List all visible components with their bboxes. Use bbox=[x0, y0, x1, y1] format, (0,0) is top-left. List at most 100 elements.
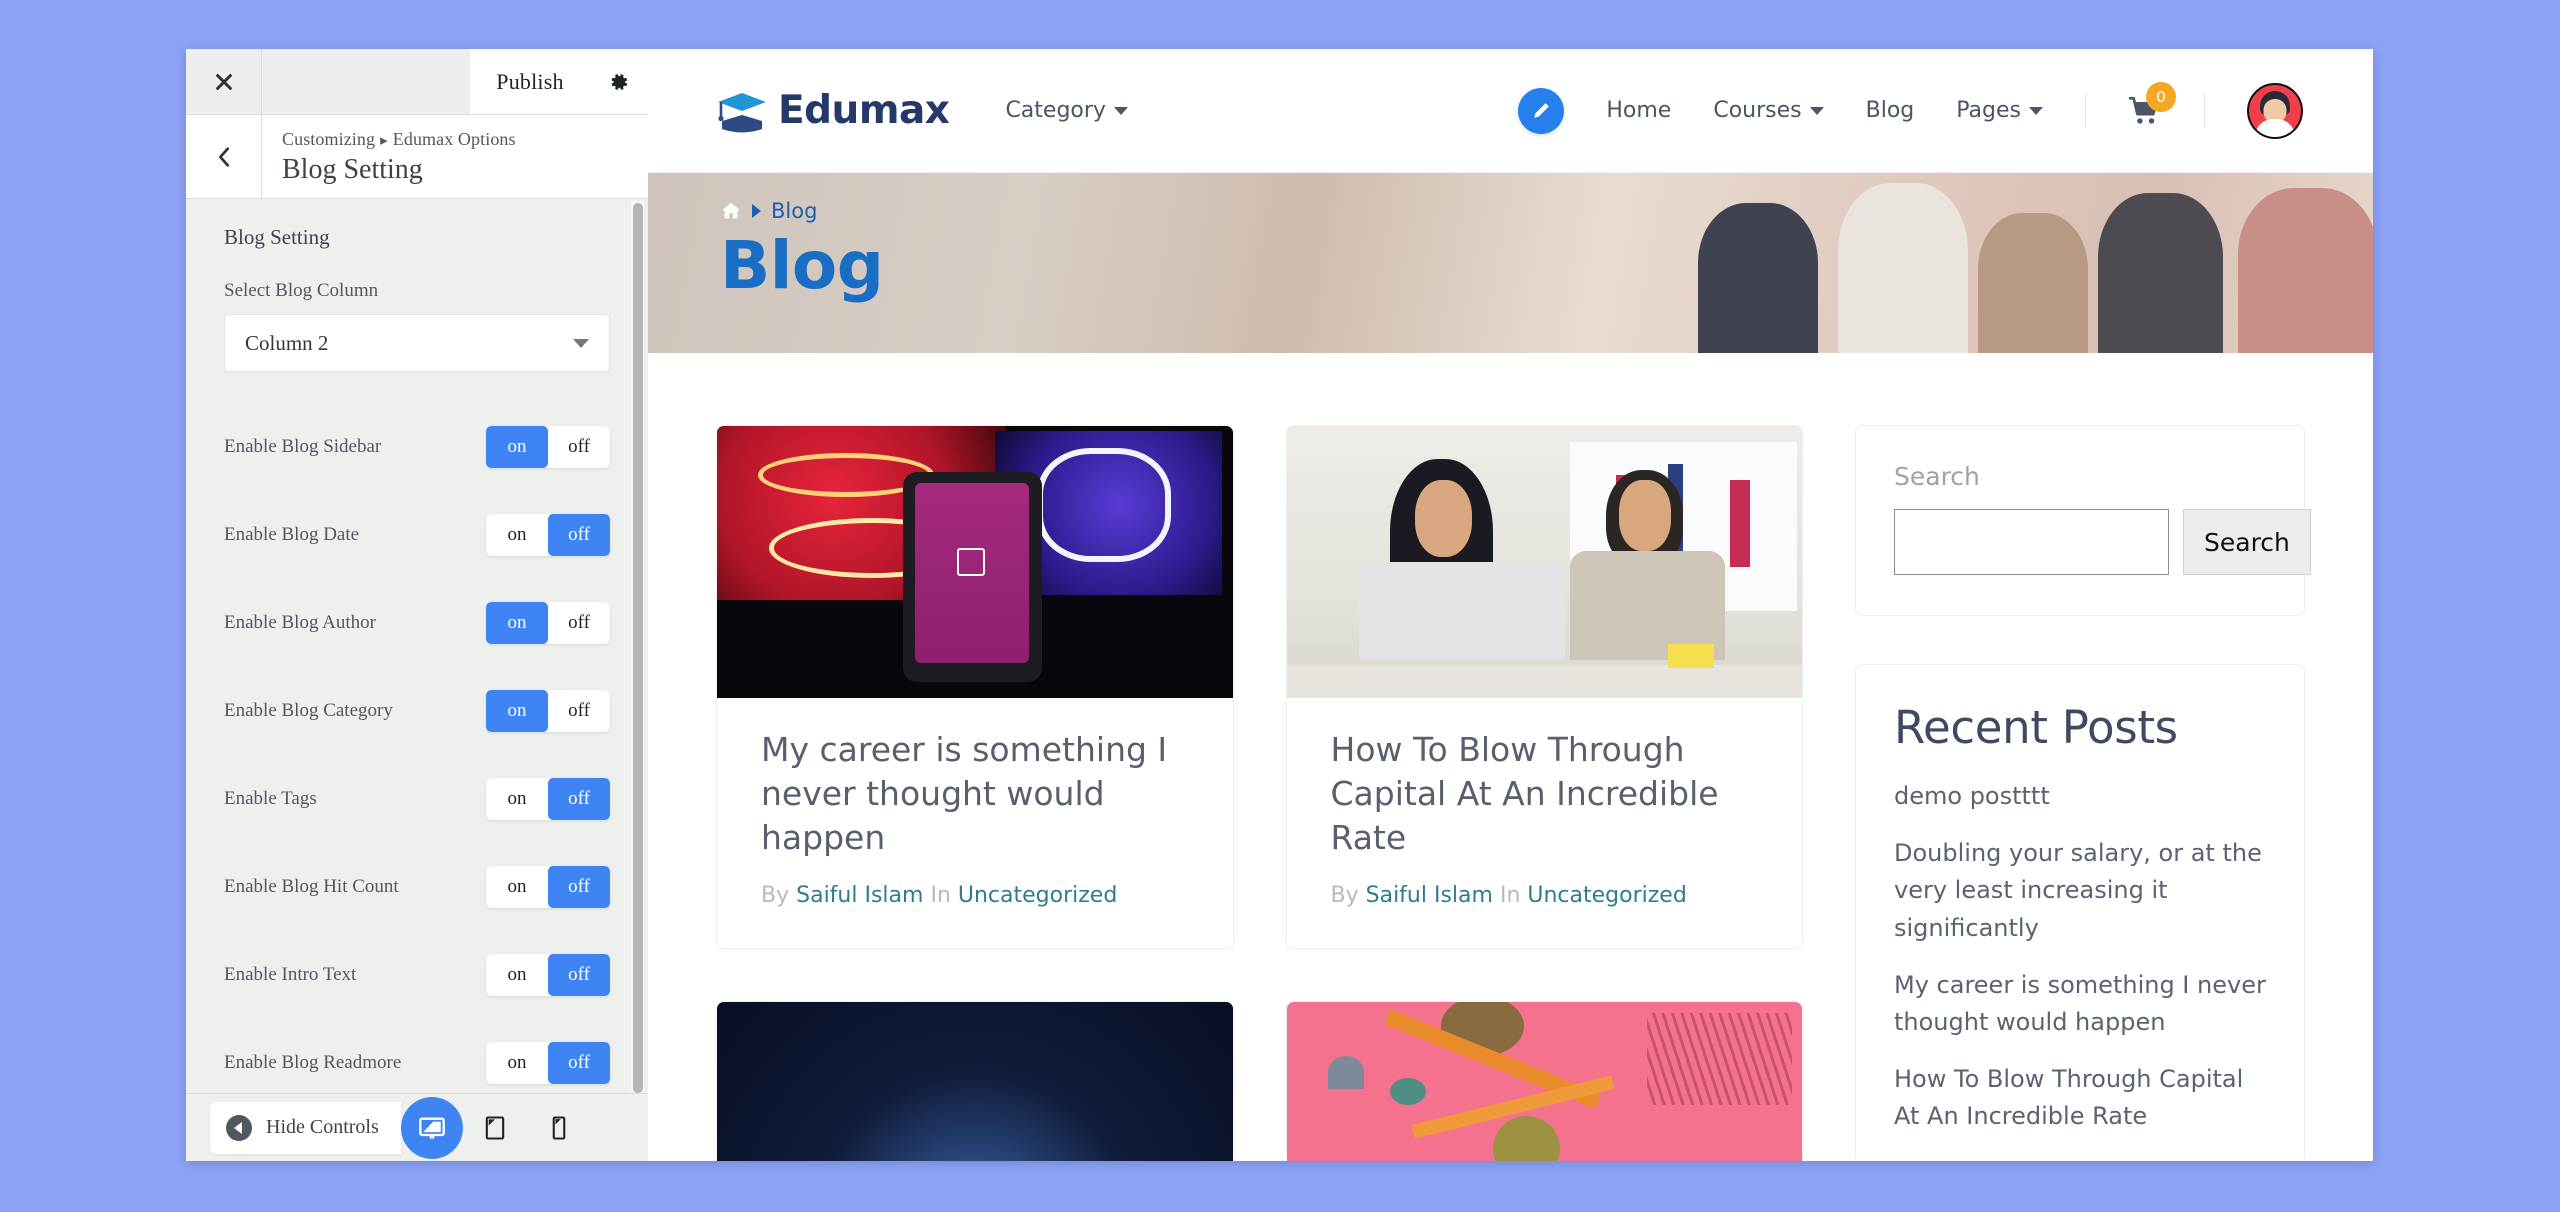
tablet-view-icon[interactable] bbox=[463, 1096, 527, 1160]
toggle-label: Enable Blog Category bbox=[224, 700, 393, 721]
breadcrumb: Customizing ▸ Edumax Options bbox=[282, 129, 648, 150]
posts-column: My career is something I never thought w… bbox=[716, 425, 1803, 1161]
home-icon[interactable] bbox=[720, 200, 742, 222]
post-thumbnail[interactable] bbox=[1286, 426, 1802, 698]
brand-name: Edumax bbox=[778, 88, 950, 133]
thumb-person-face-right bbox=[1618, 480, 1671, 552]
breadcrumb-section[interactable]: Edumax Options bbox=[393, 129, 516, 149]
recent-post-item[interactable]: My career is something I never thought w… bbox=[1894, 967, 2266, 1041]
toggle-label: Enable Blog Author bbox=[224, 612, 376, 633]
toggle-switch[interactable]: on off bbox=[486, 866, 610, 908]
publish-button[interactable]: Publish bbox=[470, 49, 590, 114]
toggle-option-on[interactable]: on bbox=[486, 866, 548, 908]
hero-breadcrumb-current[interactable]: Blog bbox=[771, 199, 817, 223]
search-widget-label: Search bbox=[1894, 462, 1980, 491]
post-body: My career is something I never thought w… bbox=[717, 698, 1233, 948]
thumb-neon-swirl-3 bbox=[1036, 447, 1171, 562]
post-thumbnail[interactable] bbox=[717, 1001, 1233, 1161]
post-author[interactable]: Saiful Islam bbox=[1366, 883, 1493, 908]
post-title[interactable]: How To Blow Through Capital At An Incred… bbox=[1331, 728, 1759, 861]
nav-item-home[interactable]: Home bbox=[1606, 98, 1671, 123]
nav-item-label: Blog bbox=[1865, 98, 1915, 123]
nav-item-courses[interactable]: Courses bbox=[1713, 98, 1824, 123]
nav-item-blog[interactable]: Blog bbox=[1866, 98, 1915, 123]
toggle-option-on[interactable]: on bbox=[486, 514, 548, 556]
toggle-switch[interactable]: on off bbox=[486, 602, 610, 644]
avatar[interactable] bbox=[2247, 82, 2303, 139]
post-category[interactable]: Uncategorized bbox=[958, 883, 1117, 908]
search-button[interactable]: Search bbox=[2183, 509, 2311, 575]
toggle-option-on[interactable]: on bbox=[486, 954, 548, 996]
recent-post-item[interactable]: demo postttt bbox=[1894, 778, 2266, 815]
recent-post-item[interactable]: How To Blow Through Capital At An Incred… bbox=[1894, 1061, 2266, 1135]
post-card[interactable] bbox=[716, 1000, 1234, 1161]
mobile-view-icon[interactable] bbox=[527, 1096, 591, 1160]
post-meta: By Saiful Islam In Uncategorized bbox=[761, 883, 1189, 908]
post-title[interactable]: My career is something I never thought w… bbox=[761, 728, 1189, 861]
toggle-option-off[interactable]: off bbox=[548, 954, 610, 996]
recent-post-item[interactable]: Doubling your salary, or at the very lea… bbox=[1894, 835, 2266, 947]
scrollbar-thumb[interactable] bbox=[633, 203, 643, 1093]
search-widget: Search Search bbox=[1855, 425, 2311, 616]
post-card[interactable] bbox=[1285, 1000, 1803, 1161]
toggle-option-on[interactable]: on bbox=[486, 426, 548, 468]
post-category[interactable]: Uncategorized bbox=[1527, 883, 1686, 908]
toggle-switch[interactable]: on off bbox=[486, 778, 610, 820]
toggle-option-off[interactable]: off bbox=[548, 1042, 610, 1084]
blog-column-value: Column 2 bbox=[245, 330, 329, 355]
customizer-scrollbar[interactable] bbox=[630, 201, 644, 1093]
toggle-label: Enable Blog Date bbox=[224, 524, 360, 545]
search-input[interactable] bbox=[1894, 509, 2169, 575]
toggle-option-off[interactable]: off bbox=[548, 778, 610, 820]
post-card[interactable]: My career is something I never thought w… bbox=[716, 425, 1234, 949]
toggle-option-on[interactable]: on bbox=[486, 1042, 548, 1084]
toggle-switch[interactable]: on off bbox=[486, 514, 610, 556]
toggle-row: Enable Tags on off bbox=[224, 778, 610, 820]
post-by-label: By bbox=[761, 882, 790, 908]
breadcrumb-root[interactable]: Customizing bbox=[282, 129, 375, 149]
customizer-topbar: Publish bbox=[186, 49, 648, 115]
toggle-option-off[interactable]: off bbox=[548, 866, 610, 908]
toggle-switch[interactable]: on off bbox=[486, 426, 610, 468]
post-thumbnail[interactable] bbox=[1286, 1001, 1802, 1161]
toggle-row: Enable Blog Category on off bbox=[224, 690, 610, 732]
toggle-row: Enable Blog Readmore on off bbox=[224, 1042, 610, 1084]
toggle-option-off[interactable]: off bbox=[548, 690, 610, 732]
toggle-option-on[interactable]: on bbox=[486, 602, 548, 644]
recent-post-item[interactable]: You broke my heart. You broke my bbox=[1894, 1156, 2266, 1162]
blog-content: My career is something I never thought w… bbox=[648, 353, 2373, 1161]
post-card[interactable]: How To Blow Through Capital At An Incred… bbox=[1285, 425, 1803, 949]
arrow-left-icon bbox=[226, 1114, 252, 1141]
customizer-footer: Hide Controls bbox=[186, 1093, 648, 1161]
gear-icon[interactable] bbox=[590, 49, 648, 114]
site-logo[interactable]: Edumax bbox=[716, 88, 950, 133]
site-header: Edumax Category Home Courses Blog Pages … bbox=[648, 49, 2373, 173]
post-author[interactable]: Saiful Islam bbox=[796, 883, 923, 908]
chevron-down-icon bbox=[2029, 106, 2043, 115]
toggle-switch[interactable]: on off bbox=[486, 954, 610, 996]
breadcrumb-separator: ▸ bbox=[380, 133, 388, 149]
edit-pencil-icon[interactable] bbox=[1518, 87, 1565, 134]
cart-count-badge: 0 bbox=[2146, 81, 2176, 112]
toggle-option-off[interactable]: off bbox=[548, 426, 610, 468]
thumb-seed bbox=[1492, 1115, 1560, 1161]
desktop-view-icon[interactable] bbox=[400, 1096, 463, 1159]
toggle-option-off[interactable]: off bbox=[548, 602, 610, 644]
nav-item-pages[interactable]: Pages bbox=[1956, 98, 2043, 123]
toggle-option-on[interactable]: on bbox=[486, 690, 548, 732]
toggle-option-off[interactable]: off bbox=[548, 514, 610, 556]
graduation-cap-icon bbox=[716, 89, 768, 133]
post-thumbnail[interactable] bbox=[717, 426, 1233, 698]
toggle-switch[interactable]: on off bbox=[486, 1042, 610, 1084]
nav-item-category[interactable]: Category bbox=[1005, 98, 1128, 123]
blog-column-select[interactable]: Column 2 bbox=[224, 314, 610, 372]
close-icon[interactable] bbox=[186, 49, 262, 114]
hide-controls-button[interactable]: Hide Controls bbox=[210, 1101, 401, 1154]
toggle-switch[interactable]: on off bbox=[486, 690, 610, 732]
nav-item-label: Pages bbox=[1956, 98, 2021, 123]
customizer-window: Publish Customizing ▸ Edumax Options Blo… bbox=[186, 49, 2373, 1161]
cart-button[interactable]: 0 bbox=[2128, 81, 2176, 128]
avatar-body bbox=[2255, 118, 2295, 137]
toggle-option-on[interactable]: on bbox=[486, 778, 548, 820]
back-chevron-icon[interactable] bbox=[186, 115, 262, 198]
